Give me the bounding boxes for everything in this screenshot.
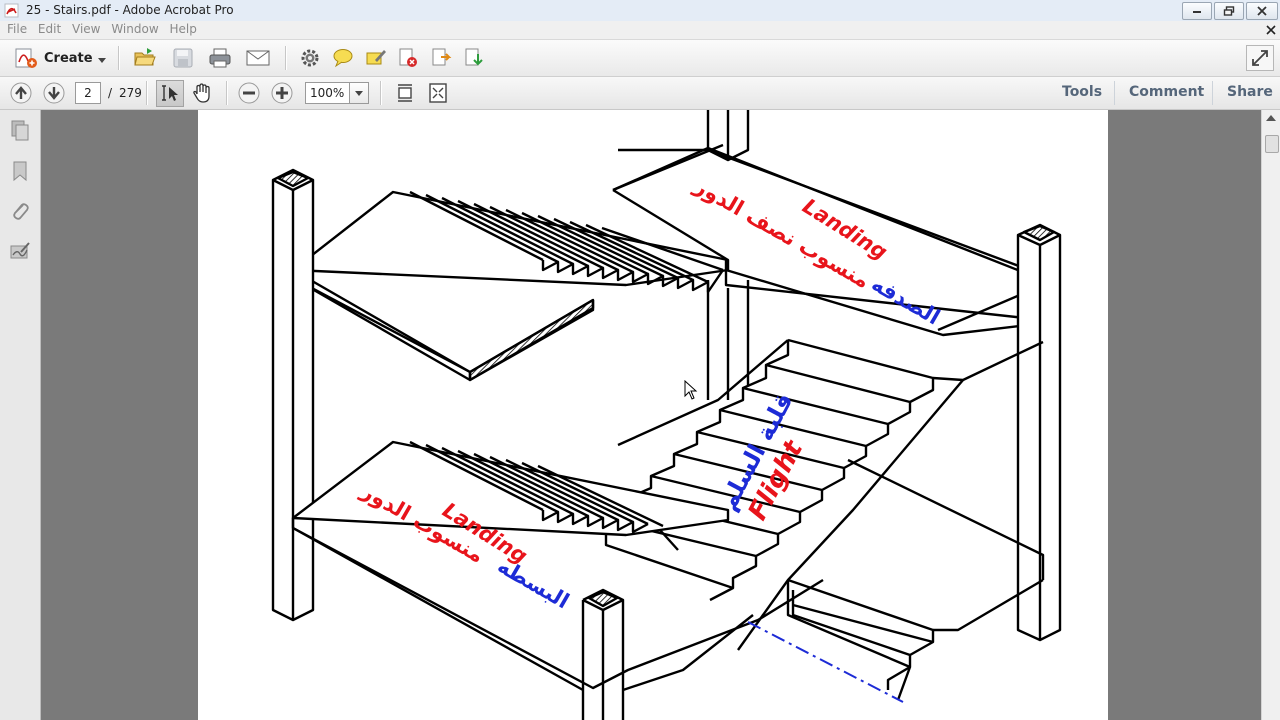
window-title: 25 - Stairs.pdf - Adobe Acrobat Pro <box>26 3 234 17</box>
restore-button[interactable] <box>1214 2 1244 20</box>
next-page-icon[interactable] <box>43 82 65 104</box>
mouse-cursor-icon <box>684 380 698 400</box>
page-thumbnails-icon[interactable] <box>9 120 31 142</box>
hand-tool-icon[interactable] <box>191 82 213 104</box>
page-number-input[interactable]: 2 <box>75 82 101 104</box>
print-icon[interactable] <box>208 47 232 69</box>
title-bar: 25 - Stairs.pdf - Adobe Acrobat Pro <box>0 0 1280 22</box>
tab-tools[interactable]: Tools <box>1062 84 1102 100</box>
gear-icon[interactable] <box>299 47 321 69</box>
page-total: 279 <box>119 86 142 100</box>
close-icon <box>1257 6 1267 16</box>
zoom-dropdown-button[interactable] <box>349 82 369 104</box>
expand-button[interactable] <box>1246 45 1274 71</box>
menu-help[interactable]: Help <box>169 21 196 38</box>
comment-icon[interactable] <box>332 48 354 68</box>
scrolling-mode-icon[interactable] <box>394 82 416 104</box>
menu-bar: File Edit View Window Help <box>0 21 1280 40</box>
menu-edit[interactable]: Edit <box>38 21 61 38</box>
chevron-down-icon <box>98 58 106 63</box>
signatures-icon[interactable] <box>9 240 31 262</box>
create-label: Create <box>44 51 93 66</box>
zoom-input[interactable]: 100% <box>305 82 353 104</box>
previous-page-icon[interactable] <box>10 82 32 104</box>
lower-landing-label-ar-blue: البسطه <box>494 554 574 614</box>
attachments-icon[interactable] <box>9 200 31 222</box>
restore-icon <box>1223 6 1235 16</box>
highlight-icon[interactable] <box>365 48 387 68</box>
select-tool-button[interactable] <box>156 80 184 107</box>
create-pdf-icon <box>15 48 37 68</box>
main-toolbar: Create <box>0 40 1280 77</box>
menu-window[interactable]: Window <box>111 21 158 38</box>
open-folder-icon[interactable] <box>133 47 157 69</box>
menu-file[interactable]: File <box>7 21 27 38</box>
edit-pages-icon[interactable] <box>430 48 452 68</box>
minimize-icon <box>1193 11 1201 13</box>
pdf-app-icon <box>4 3 19 18</box>
fit-page-icon[interactable] <box>427 82 449 104</box>
navigation-pane <box>0 110 41 720</box>
zoom-out-icon[interactable] <box>238 82 260 104</box>
create-button[interactable]: Create <box>10 47 110 69</box>
bookmarks-icon[interactable] <box>9 160 31 182</box>
staircase-drawing: Landing منسوب نصف الدور الصدفه Landing م… <box>271 110 1062 720</box>
tab-comment[interactable]: Comment <box>1129 84 1204 100</box>
delete-pages-icon[interactable] <box>397 48 419 68</box>
navigation-toolbar: 2 / 279 100% Tools Comment Share <box>0 77 1280 110</box>
text-select-cursor-icon <box>162 85 178 101</box>
close-document-icon[interactable] <box>1266 25 1276 35</box>
tab-share[interactable]: Share <box>1227 84 1273 100</box>
menu-view[interactable]: View <box>72 21 100 38</box>
export-pages-icon[interactable] <box>463 48 485 68</box>
vertical-scrollbar[interactable] <box>1261 110 1280 720</box>
save-icon[interactable] <box>172 47 194 69</box>
upper-landing-label-ar-blue: الصدفه <box>868 272 944 330</box>
zoom-in-icon[interactable] <box>271 82 293 104</box>
expand-icon <box>1252 50 1268 66</box>
minimize-button[interactable] <box>1182 2 1212 20</box>
close-button[interactable] <box>1246 2 1278 20</box>
scrollbar-thumb[interactable] <box>1265 135 1279 153</box>
page-separator: / <box>108 86 113 100</box>
pdf-page: Landing منسوب نصف الدور الصدفه Landing م… <box>198 110 1108 720</box>
email-icon[interactable] <box>246 49 270 67</box>
document-viewport[interactable]: Landing منسوب نصف الدور الصدفه Landing م… <box>41 110 1261 720</box>
scroll-up-icon[interactable] <box>1266 115 1276 121</box>
